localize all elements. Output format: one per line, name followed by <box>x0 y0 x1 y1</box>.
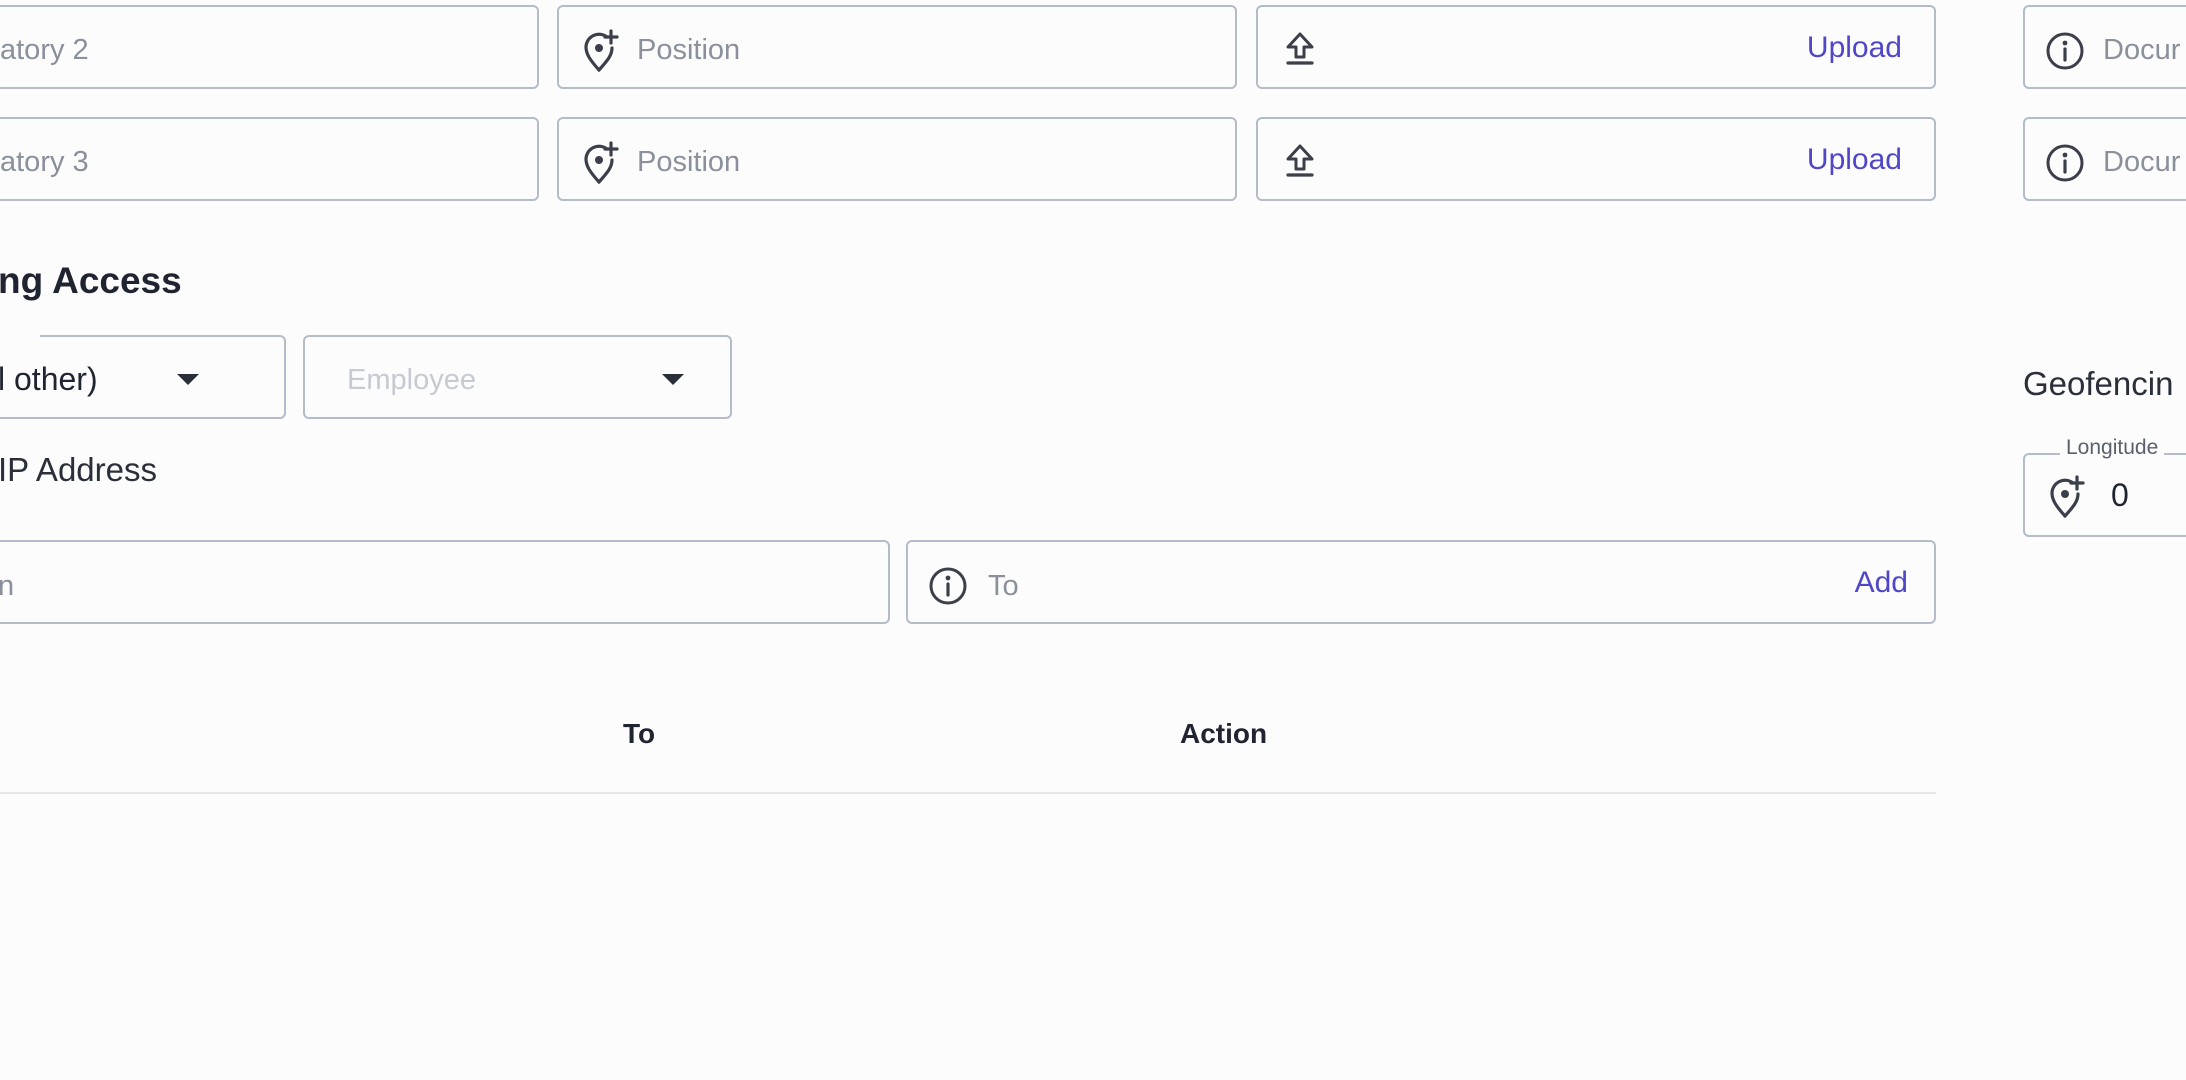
longitude-label: Longitude <box>2060 436 2165 460</box>
signatory-name-input[interactable]: atory 2 <box>0 5 539 89</box>
map-pin-plus-icon <box>581 29 621 73</box>
map-pin-plus-icon <box>2047 475 2087 519</box>
signatory-name-placeholder: atory 2 <box>0 34 89 66</box>
position-placeholder: Position <box>637 34 741 66</box>
employee-select[interactable]: Employee <box>303 335 732 419</box>
ip-to-input[interactable]: To Add <box>906 540 1936 624</box>
geofencing-title: Geofencin <box>2023 365 2174 402</box>
upload-button[interactable]: Upload <box>1807 31 1902 65</box>
longitude-value: 0 <box>2111 477 2129 513</box>
table-header-action: Action <box>1180 718 1268 749</box>
access-scope-value: l other) <box>0 361 98 397</box>
access-section-title: ng Access <box>0 260 182 301</box>
ip-to-placeholder: To <box>988 570 1019 602</box>
position-input[interactable]: Position <box>557 5 1237 89</box>
add-ip-button[interactable]: Add <box>1855 566 1908 600</box>
table-header-to: To <box>623 718 656 749</box>
table-header-divider <box>0 792 1936 794</box>
ip-address-title: IP Address <box>0 451 157 488</box>
upload-button[interactable]: Upload <box>1807 143 1902 177</box>
document-input[interactable]: Docur <box>2023 5 2186 89</box>
info-icon <box>928 566 968 606</box>
map-pin-plus-icon <box>581 141 621 185</box>
employee-placeholder: Employee <box>347 364 476 396</box>
info-icon <box>2045 143 2085 183</box>
longitude-input[interactable]: 0 <box>2023 453 2186 537</box>
signatory-name-placeholder: atory 3 <box>0 146 89 178</box>
position-input[interactable]: Position <box>557 117 1237 201</box>
ip-from-placeholder: n <box>0 570 15 602</box>
caret-down-icon <box>662 374 684 385</box>
upload-field[interactable]: Upload <box>1256 5 1936 89</box>
upload-field[interactable]: Upload <box>1256 117 1936 201</box>
document-input[interactable]: Docur <box>2023 117 2186 201</box>
ip-from-input[interactable]: n <box>0 540 890 624</box>
signatory-name-input[interactable]: atory 3 <box>0 117 539 201</box>
caret-down-icon <box>177 374 199 385</box>
document-placeholder: Docur <box>2103 146 2181 178</box>
info-icon <box>2045 31 2085 71</box>
upload-icon <box>1284 143 1316 179</box>
document-placeholder: Docur <box>2103 34 2181 66</box>
access-scope-select[interactable]: l other) <box>0 335 286 419</box>
upload-icon <box>1284 31 1316 67</box>
position-placeholder: Position <box>637 146 741 178</box>
